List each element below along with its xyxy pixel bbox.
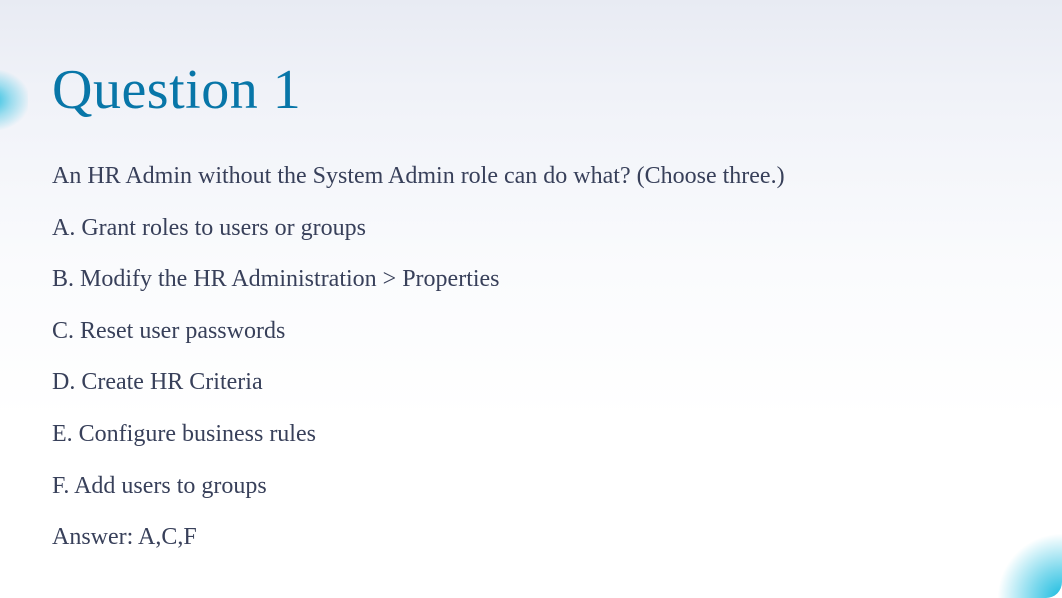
option-c: C. Reset user passwords (52, 315, 1010, 349)
question-title: Question 1 (52, 58, 1010, 122)
decorative-left-accent (0, 70, 28, 130)
question-text: An HR Admin without the System Admin rol… (52, 160, 1010, 194)
option-a: A. Grant roles to users or groups (52, 212, 1010, 246)
answer-text: Answer: A,C,F (52, 521, 1010, 555)
option-f: F. Add users to groups (52, 470, 1010, 504)
option-d: D. Create HR Criteria (52, 366, 1010, 400)
option-b: B. Modify the HR Administration > Proper… (52, 263, 1010, 297)
option-e: E. Configure business rules (52, 418, 1010, 452)
